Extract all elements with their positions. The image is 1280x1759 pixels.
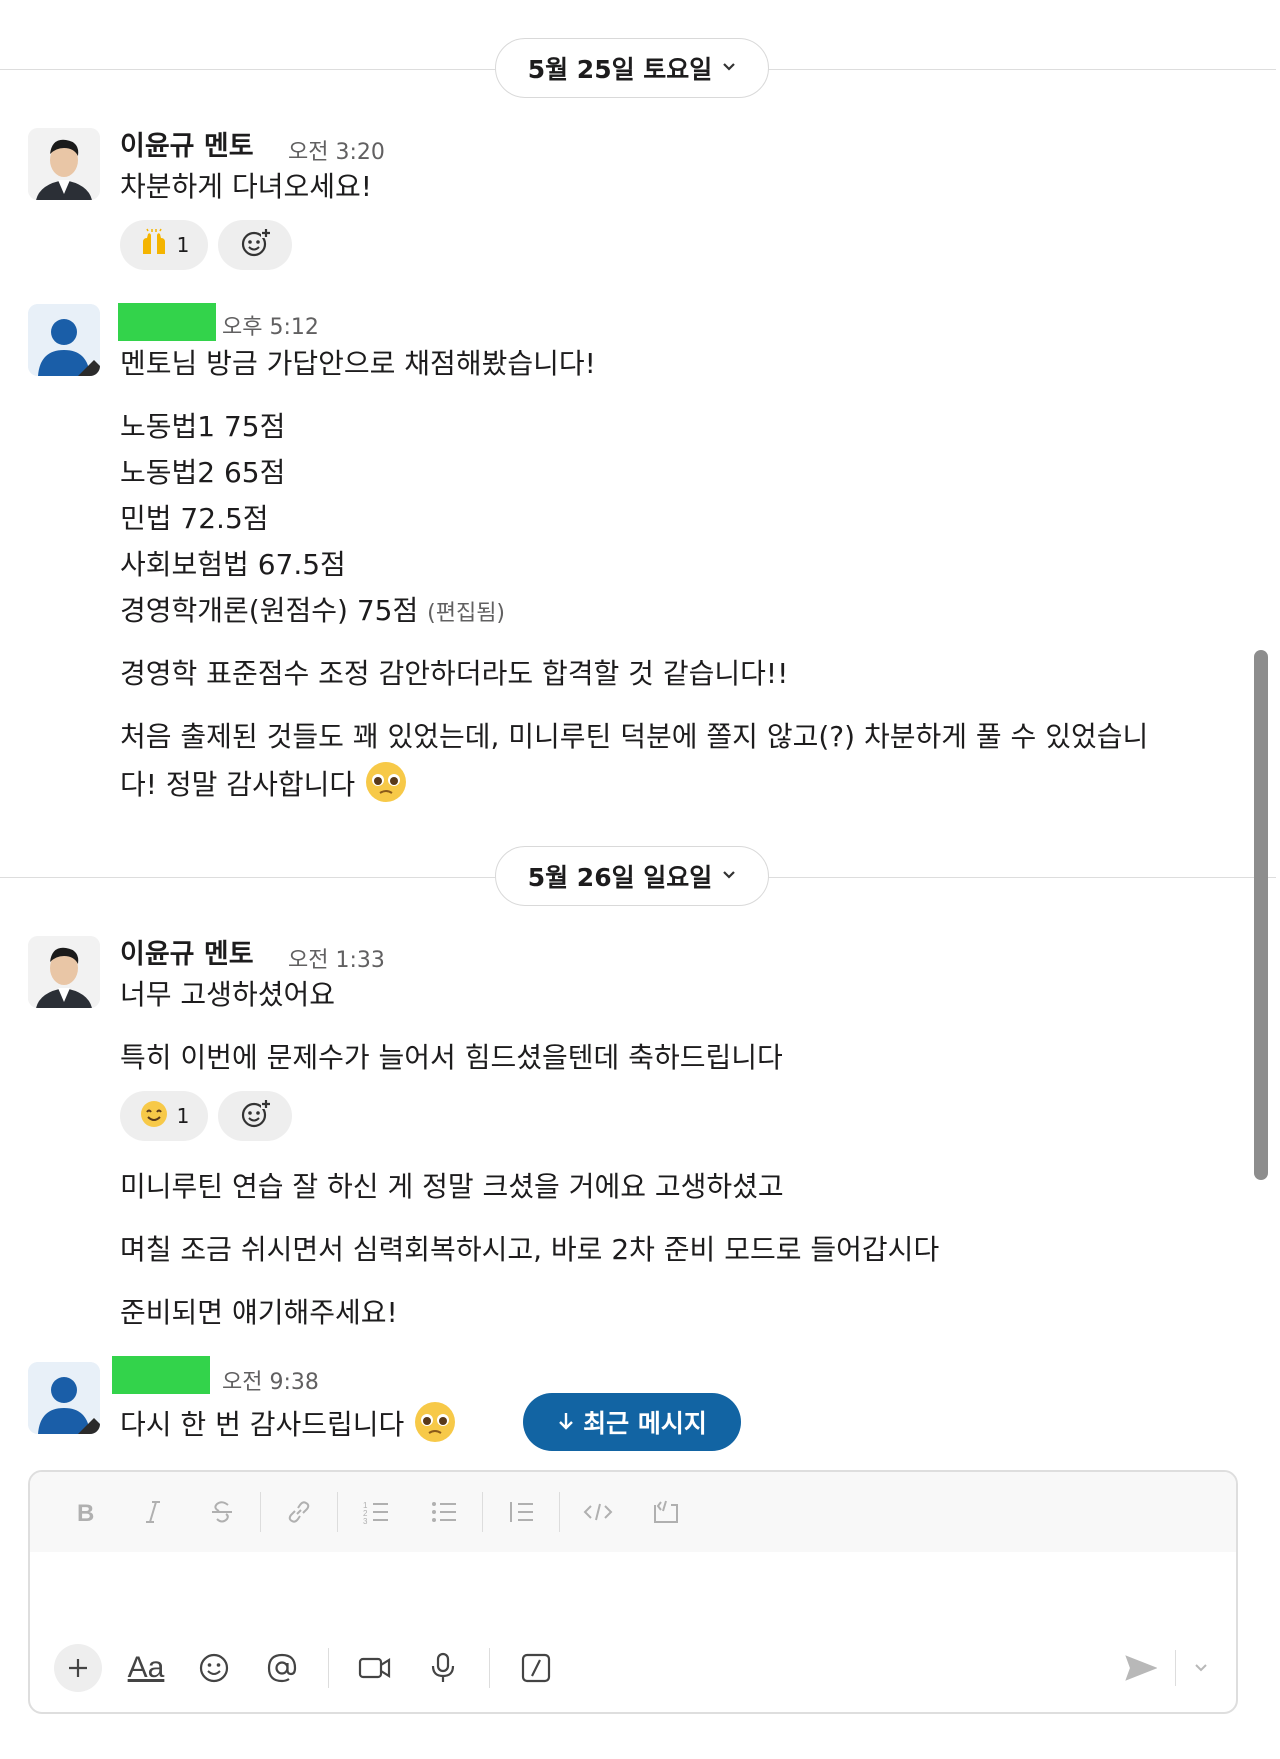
message-text: 경영학 표준점수 조정 감안하더라도 합격할 것 같습니다!!: [120, 657, 789, 690]
date-divider: 5월 25일 토요일: [0, 38, 1276, 100]
raised-hands-icon: [139, 228, 169, 263]
code-block-icon[interactable]: [632, 1482, 700, 1542]
toolbar-separator: [489, 1648, 490, 1688]
date-divider: 5월 26일 일요일: [0, 846, 1276, 908]
code-icon[interactable]: [564, 1482, 632, 1542]
reaction-count: 1: [176, 233, 190, 257]
italic-icon[interactable]: [120, 1482, 188, 1542]
smiling-face-icon: [139, 1099, 169, 1134]
send-controls: [1107, 1638, 1226, 1698]
microphone-icon[interactable]: [409, 1638, 477, 1698]
emoji-icon[interactable]: [180, 1638, 248, 1698]
send-icon[interactable]: [1107, 1638, 1175, 1698]
message-time[interactable]: 오후 5:12: [222, 309, 319, 341]
video-icon[interactable]: [341, 1638, 409, 1698]
date-divider-button[interactable]: 5월 25일 토요일: [495, 38, 769, 98]
sender-name-redacted[interactable]: [112, 1356, 210, 1394]
message-text-edited: 경영학개론(원점수) 75점 (편집됨): [120, 588, 505, 637]
person-photo-icon: [28, 936, 100, 1008]
message-text: 사회보험법 67.5점: [120, 548, 346, 581]
strikethrough-icon[interactable]: [188, 1482, 256, 1542]
reaction-pill[interactable]: 1: [120, 1091, 208, 1141]
avatar[interactable]: [28, 936, 100, 1008]
mention-icon[interactable]: [248, 1638, 316, 1698]
message-text: 처음 출제된 것들도 꽤 있었는데, 미니루틴 덕분에 쫄지 않고(?) 차분하…: [120, 720, 1149, 753]
date-label: 5월 26일 일요일: [527, 863, 713, 892]
schedule-options-chevron-icon[interactable]: [1176, 1638, 1226, 1698]
blockquote-icon[interactable]: [487, 1482, 555, 1542]
message-text: 다시 한 번 감사드립니다: [120, 1408, 405, 1441]
message-text-with-emoji: 다시 한 번 감사드립니다: [120, 1400, 457, 1448]
link-icon[interactable]: [265, 1482, 333, 1542]
message-text: 노동법1 75점: [120, 410, 286, 443]
avatar[interactable]: [28, 1362, 100, 1434]
message-text: 준비되면 얘기해주세요!: [120, 1296, 398, 1329]
scrollbar-thumb[interactable]: [1254, 650, 1268, 1180]
slash-command-icon[interactable]: [502, 1638, 570, 1698]
person-photo-icon: [28, 128, 100, 200]
message-text: 경영학개론(원점수) 75점: [120, 594, 419, 627]
default-user-icon: [28, 304, 100, 376]
message-time[interactable]: 오전 3:20: [288, 134, 385, 166]
add-reaction-button[interactable]: [218, 1091, 292, 1141]
plus-icon[interactable]: [54, 1644, 102, 1692]
toolbar-separator: [482, 1492, 483, 1532]
message-text: 미니루틴 연습 잘 하신 게 정말 크셨을 거에요 고생하셨고: [120, 1170, 784, 1203]
message-text: 차분하게 다녀오세요!: [120, 170, 372, 203]
chevron-down-icon: [722, 868, 736, 884]
ordered-list-icon[interactable]: 123: [342, 1482, 410, 1542]
jump-to-recent-label: 최근 메시지: [583, 1409, 707, 1438]
format-label: Aa: [127, 1651, 165, 1684]
chevron-down-icon: [722, 60, 736, 76]
message-text: 다! 정말 감사합니다: [120, 768, 356, 801]
edited-label: (편집됨): [427, 601, 506, 626]
add-reaction-button[interactable]: [218, 220, 292, 270]
formatting-toolbar: B 123: [30, 1472, 1236, 1552]
toolbar-separator: [260, 1492, 261, 1532]
pleading-face-icon: [364, 760, 408, 804]
toolbar-separator: [559, 1492, 560, 1532]
sender-name[interactable]: 이윤규 멘토: [120, 124, 254, 163]
message-time[interactable]: 오전 1:33: [288, 942, 385, 974]
sender-name-redacted[interactable]: [118, 303, 216, 341]
toolbar-separator: [337, 1492, 338, 1532]
jump-to-recent-button[interactable]: 최근 메시지: [523, 1393, 741, 1451]
add-reaction-icon: [239, 1098, 271, 1135]
add-reaction-icon: [239, 227, 271, 264]
reaction-pill[interactable]: 1: [120, 220, 208, 270]
svg-text:B: B: [77, 1500, 94, 1525]
message-composer: B 123 Aa: [28, 1470, 1238, 1714]
reaction-count: 1: [176, 1104, 190, 1128]
message-text: 노동법2 65점: [120, 456, 286, 489]
date-label: 5월 25일 토요일: [527, 55, 713, 84]
bold-icon[interactable]: B: [52, 1482, 120, 1542]
default-user-icon: [28, 1362, 100, 1434]
bullet-list-icon[interactable]: [410, 1482, 478, 1542]
message-time[interactable]: 오전 9:38: [222, 1364, 319, 1396]
avatar[interactable]: [28, 304, 100, 376]
date-divider-button[interactable]: 5월 26일 일요일: [495, 846, 769, 906]
message-text: 멘토님 방금 가답안으로 채점해봤습니다!: [120, 347, 596, 380]
sender-name[interactable]: 이윤규 멘토: [120, 932, 254, 971]
message-text: 특히 이번에 문제수가 늘어서 힘드셨을텐데 축하드립니다: [120, 1041, 783, 1074]
composer-actions: Aa: [30, 1624, 1236, 1712]
message-text: 민법 72.5점: [120, 502, 269, 535]
toolbar-separator: [328, 1648, 329, 1688]
message-text: 며칠 조금 쉬시면서 심력회복하시고, 바로 2차 준비 모드로 들어갑시다: [120, 1233, 940, 1266]
avatar[interactable]: [28, 128, 100, 200]
format-icon[interactable]: Aa: [112, 1638, 180, 1698]
message-text-with-emoji: 다! 정말 감사합니다: [120, 760, 408, 808]
pleading-face-icon: [413, 1400, 457, 1444]
arrow-down-icon: [557, 1408, 575, 1437]
message-text: 너무 고생하셨어요: [120, 978, 335, 1011]
svg-text:3: 3: [363, 1517, 368, 1525]
